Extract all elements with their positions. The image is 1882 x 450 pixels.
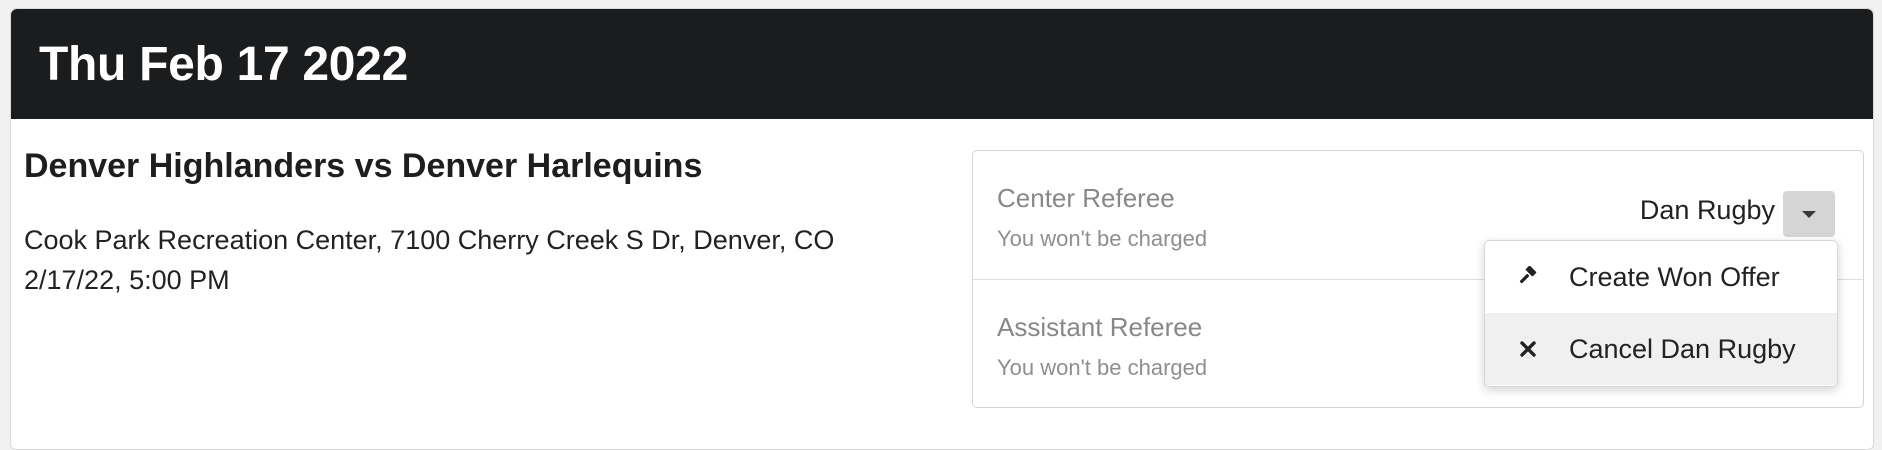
- game-date: Thu Feb 17 2022: [39, 37, 408, 91]
- assigned-referee-name: Dan Rugby: [1639, 195, 1775, 225]
- game-title: Denver Highlanders vs Denver Harlequins: [24, 147, 703, 185]
- menu-item-label: Create Won Offer: [1569, 261, 1780, 292]
- caret-down-icon: [1802, 210, 1816, 218]
- referee-charge-note: You won't be charged: [997, 226, 1208, 251]
- menu-item-label: Cancel Dan Rugby: [1569, 333, 1796, 364]
- game-location: Cook Park Recreation Center, 7100 Cherry…: [24, 225, 835, 255]
- referee-actions-dropdown-button[interactable]: [1783, 191, 1835, 237]
- referee-role: Center Referee: [997, 183, 1175, 213]
- card-header: Thu Feb 17 2022: [11, 9, 1873, 119]
- referee-charge-note: You won't be charged: [997, 355, 1208, 380]
- referee-role: Assistant Referee: [997, 312, 1203, 342]
- menu-item-cancel-referee[interactable]: Cancel Dan Rugby: [1485, 313, 1837, 385]
- game-info: Denver Highlanders vs Denver Harlequins …: [24, 147, 964, 300]
- close-icon: [1517, 338, 1539, 360]
- gavel-icon: [1517, 266, 1539, 288]
- game-datetime: 2/17/22, 5:00 PM: [24, 265, 230, 295]
- referee-actions-menu: Create Won Offer Cancel Dan Rugby: [1484, 240, 1838, 387]
- game-details: Cook Park Recreation Center, 7100 Cherry…: [24, 220, 964, 300]
- menu-item-create-won-offer[interactable]: Create Won Offer: [1485, 241, 1837, 313]
